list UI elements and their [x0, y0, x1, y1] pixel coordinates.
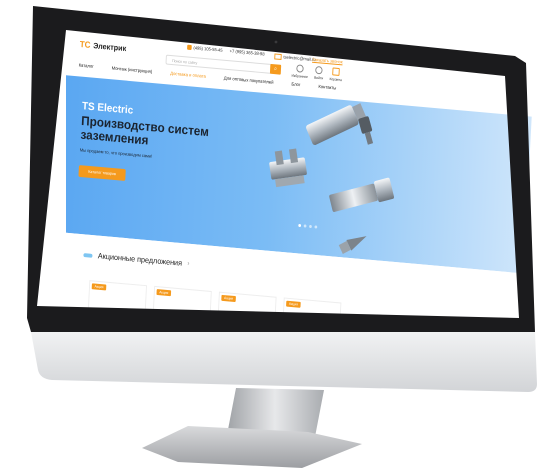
monitor-base	[142, 426, 362, 468]
monitor-chin	[31, 332, 537, 392]
camera-icon	[274, 40, 278, 44]
monitor-frame	[27, 6, 537, 468]
imac-mockup: TC Электрик (495) 105-55-45 +7 (995) 365…	[0, 0, 538, 472]
